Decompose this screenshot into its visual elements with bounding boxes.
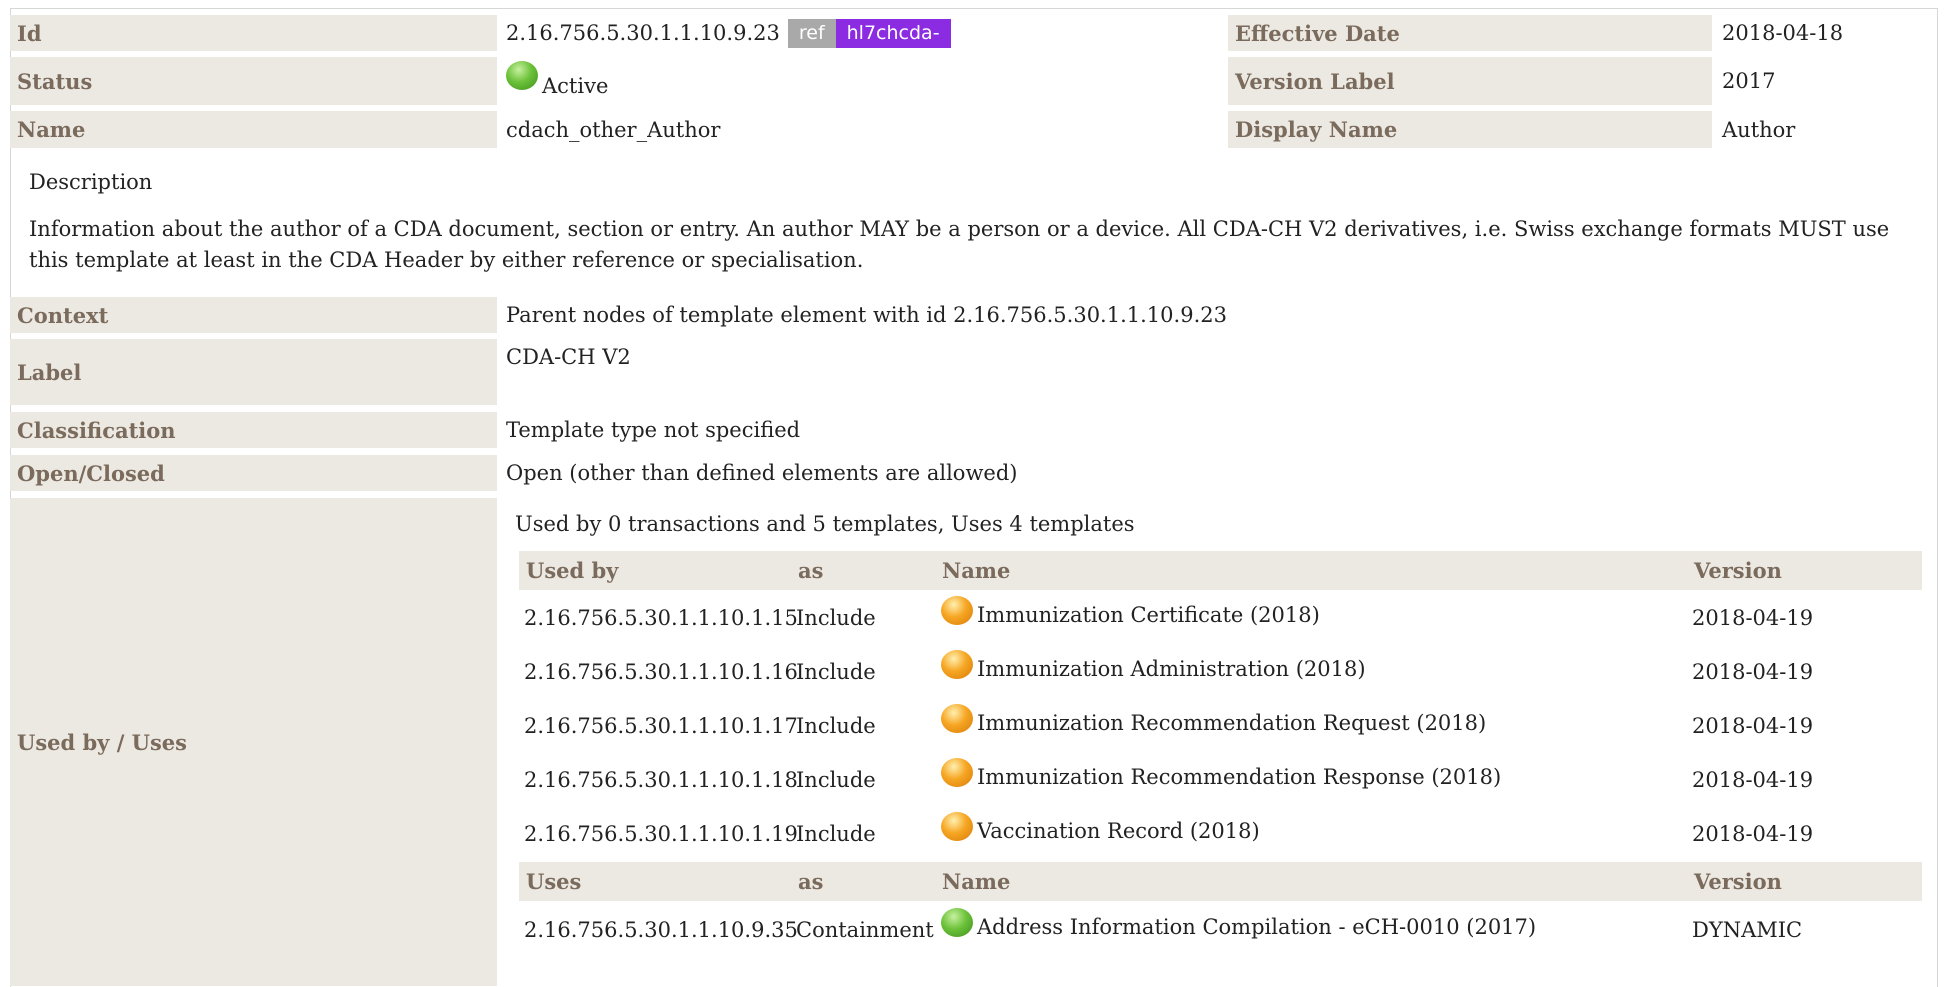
id-label: Id [10,15,497,51]
prefix-badge[interactable]: hl7chcda- [835,18,951,48]
row-name-cell[interactable]: Immunization Recommendation Response (20… [941,755,1501,789]
row-name[interactable]: Immunization Certificate (2018) [977,603,1320,627]
row-name-cell[interactable]: Immunization Administration (2018) [941,647,1366,681]
classification-value: Template type not specified [506,418,801,442]
status-green-icon [941,907,973,937]
status-label: Status [10,57,497,105]
effective-date-value: 2018-04-18 [1722,21,1844,45]
description-text: Information about the author of a CDA do… [29,217,1890,272]
row-as: Include [796,660,876,684]
row-version: 2018-04-19 [1692,768,1814,792]
row-name-cell[interactable]: Address Information Compilation - eCH-00… [941,905,1536,939]
table-header-name: Name [935,551,1687,590]
table-header-as: as [791,862,935,901]
table-header-as: as [791,551,935,590]
row-name-cell[interactable]: Immunization Certificate (2018) [941,593,1320,627]
id-value-cell: 2.16.756.5.30.1.1.10.9.23 ref hl7chcda- [506,15,951,51]
name-value: cdach_other_Author [506,117,721,142]
row-version: 2018-04-19 [1692,822,1814,846]
status-value-cell: Active [506,57,608,105]
row-template-id: 2.16.756.5.30.1.1.10.1.17 [524,714,798,738]
row-as: Include [796,768,876,792]
ref-badge[interactable]: ref [787,18,836,48]
status-orange-icon [941,703,973,733]
usage-summary: Used by 0 transactions and 5 templates, … [515,512,1135,536]
version-label-value: 2017 [1722,69,1776,93]
row-name[interactable]: Vaccination Record (2018) [977,819,1260,843]
effective-date-label: Effective Date [1228,15,1712,51]
open-closed-label: Open/Closed [10,455,497,491]
row-name-cell[interactable]: Vaccination Record (2018) [941,809,1260,843]
row-template-id: 2.16.756.5.30.1.1.10.9.35 [524,918,798,942]
label-label: Label [10,339,497,405]
row-template-id: 2.16.756.5.30.1.1.10.1.19 [524,822,798,846]
row-as: Include [796,714,876,738]
row-name[interactable]: Immunization Recommendation Request (201… [977,711,1486,735]
label-value: CDA-CH V2 [506,345,631,369]
row-template-id: 2.16.756.5.30.1.1.10.1.18 [524,768,798,792]
row-version: 2018-04-19 [1692,660,1814,684]
display-name-label: Display Name [1228,111,1712,148]
name-label: Name [10,111,497,148]
table-header-name: Name [935,862,1687,901]
row-as: Containment [796,918,934,942]
status-value: Active [542,74,609,98]
id-value: 2.16.756.5.30.1.1.10.9.23 [506,21,780,45]
version-label-label: Version Label [1228,57,1712,105]
status-active-icon [506,60,538,90]
row-template-id: 2.16.756.5.30.1.1.10.1.15 [524,606,798,630]
status-orange-icon [941,595,973,625]
row-name[interactable]: Immunization Recommendation Response (20… [977,765,1501,789]
table-header-version: Version [1687,551,1922,590]
row-version: 2018-04-19 [1692,714,1814,738]
row-as: Include [796,822,876,846]
row-version: 2018-04-19 [1692,606,1814,630]
status-orange-icon [941,811,973,841]
row-template-id: 2.16.756.5.30.1.1.10.1.16 [524,660,798,684]
table-header-id: Uses [519,862,791,901]
table-header-id: Used by [519,551,791,590]
row-as: Include [796,606,876,630]
status-orange-icon [941,757,973,787]
row-version: DYNAMIC [1692,918,1803,942]
used-by-uses-label: Used by / Uses [10,498,497,986]
row-name[interactable]: Immunization Administration (2018) [977,657,1366,681]
table-header-version: Version [1687,862,1922,901]
classification-label: Classification [10,412,497,448]
status-orange-icon [941,649,973,679]
context-value: Parent nodes of template element with id… [506,303,1227,327]
display-name-value: Author [1722,117,1796,142]
open-closed-value: Open (other than defined elements are al… [506,461,1018,485]
row-name[interactable]: Address Information Compilation - eCH-00… [977,915,1536,939]
description-title: Description [29,170,153,194]
row-name-cell[interactable]: Immunization Recommendation Request (201… [941,701,1486,735]
context-label: Context [10,297,497,333]
